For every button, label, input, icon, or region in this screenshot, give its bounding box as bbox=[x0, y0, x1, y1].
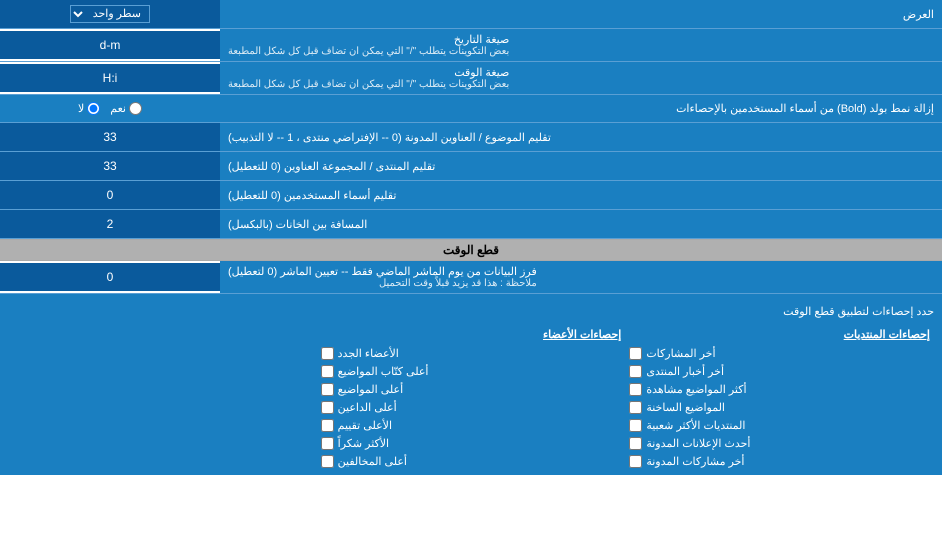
bold-yes-label[interactable]: نعم bbox=[110, 102, 142, 115]
list-item: أخر المشاركات bbox=[625, 346, 934, 361]
topic-order-label: تقليم الموضوع / العناوين المدونة (0 -- ا… bbox=[220, 123, 942, 151]
bold-yes-radio[interactable] bbox=[129, 102, 142, 115]
list-item: أعلى المواضيع bbox=[317, 382, 626, 397]
list-item: أعلى الداعين bbox=[317, 400, 626, 415]
topic-order-input[interactable] bbox=[6, 130, 214, 144]
stats-header: حدد إحصاءات لتطبيق قطع الوقت bbox=[8, 300, 934, 322]
col2-check-0[interactable] bbox=[321, 347, 334, 360]
username-trim-row: تقليم أسماء المستخدمين (0 للتعطيل) bbox=[0, 181, 942, 210]
date-format-input-box[interactable] bbox=[0, 31, 220, 59]
time-format-label: صيغة الوقت بعض التكوينات يتطلب "/" التي … bbox=[220, 62, 942, 94]
stats-apply-label: حدد إحصاءات لتطبيق قطع الوقت bbox=[8, 305, 934, 318]
forum-order-row: تقليم المنتدى / المجموعة العناوين (0 للت… bbox=[0, 152, 942, 181]
forum-order-input-box[interactable] bbox=[0, 152, 220, 180]
forum-order-label: تقليم المنتدى / المجموعة العناوين (0 للت… bbox=[220, 152, 942, 180]
forum-order-input[interactable] bbox=[6, 159, 214, 173]
col1-check-0[interactable] bbox=[629, 347, 642, 360]
list-item: المواضيع الساخنة bbox=[625, 400, 934, 415]
checkbox-columns: إحصاءات المنتديات أخر المشاركات أخر أخبا… bbox=[8, 326, 934, 469]
list-item: المنتديات الأكثر شعبية bbox=[625, 418, 934, 433]
date-format-row: صيغة التاريخ بعض التكوينات يتطلب "/" الت… bbox=[0, 29, 942, 62]
cutoff-row: فرز البيانات من يوم الماشر الماضي فقط --… bbox=[0, 261, 942, 294]
display-select-box[interactable]: سطر واحد سطران ثلاثة أسطر bbox=[0, 0, 220, 28]
col1-check-6[interactable] bbox=[629, 455, 642, 468]
col2-check-3[interactable] bbox=[321, 401, 334, 414]
col2-header: إحصاءات الأعضاء bbox=[317, 326, 626, 343]
username-trim-label: تقليم أسماء المستخدمين (0 للتعطيل) bbox=[220, 181, 942, 209]
col1: إحصاءات المنتديات أخر المشاركات أخر أخبا… bbox=[625, 326, 934, 469]
topic-order-input-box[interactable] bbox=[0, 123, 220, 151]
list-item: الأعضاء الجدد bbox=[317, 346, 626, 361]
date-format-label: صيغة التاريخ بعض التكوينات يتطلب "/" الت… bbox=[220, 29, 942, 61]
col2-check-5[interactable] bbox=[321, 437, 334, 450]
list-item: أعلى كتّاب المواضيع bbox=[317, 364, 626, 379]
bold-no-radio[interactable] bbox=[87, 102, 100, 115]
bold-row: إزالة نمط بولد (Bold) من أسماء المستخدمي… bbox=[0, 95, 942, 123]
spacing-input-box[interactable] bbox=[0, 210, 220, 238]
display-select[interactable]: سطر واحد سطران ثلاثة أسطر bbox=[70, 5, 150, 23]
col2: إحصاءات الأعضاء الأعضاء الجدد أعلى كتّاب… bbox=[317, 326, 626, 469]
col2-check-6[interactable] bbox=[321, 455, 334, 468]
cutoff-input-box[interactable] bbox=[0, 263, 220, 291]
spacing-input[interactable] bbox=[6, 217, 214, 231]
col3-spacer bbox=[8, 326, 317, 469]
date-format-input[interactable] bbox=[6, 38, 214, 52]
list-item: أخر مشاركات المدونة bbox=[625, 454, 934, 469]
col1-header: إحصاءات المنتديات bbox=[625, 326, 934, 343]
time-format-input-box[interactable] bbox=[0, 64, 220, 92]
col2-check-2[interactable] bbox=[321, 383, 334, 396]
col2-check-4[interactable] bbox=[321, 419, 334, 432]
topic-order-row: تقليم الموضوع / العناوين المدونة (0 -- ا… bbox=[0, 123, 942, 152]
page-title: العرض bbox=[220, 4, 942, 25]
top-row: العرض سطر واحد سطران ثلاثة أسطر bbox=[0, 0, 942, 29]
bold-no-label[interactable]: لا bbox=[78, 102, 100, 115]
cutoff-input[interactable] bbox=[6, 270, 214, 284]
username-trim-input[interactable] bbox=[6, 188, 214, 202]
time-format-input[interactable] bbox=[6, 71, 214, 85]
cutoff-label: فرز البيانات من يوم الماشر الماضي فقط --… bbox=[220, 261, 942, 293]
stats-section: حدد إحصاءات لتطبيق قطع الوقت إحصاءات الم… bbox=[0, 294, 942, 475]
bold-options: نعم لا bbox=[0, 100, 220, 117]
time-format-row: صيغة الوقت بعض التكوينات يتطلب "/" التي … bbox=[0, 62, 942, 95]
spacing-row: المسافة بين الخانات (بالبكسل) bbox=[0, 210, 942, 239]
col1-check-2[interactable] bbox=[629, 383, 642, 396]
username-trim-input-box[interactable] bbox=[0, 181, 220, 209]
bold-label: إزالة نمط بولد (Bold) من أسماء المستخدمي… bbox=[220, 98, 942, 119]
col1-check-5[interactable] bbox=[629, 437, 642, 450]
cutoff-header: قطع الوقت bbox=[0, 239, 942, 261]
list-item: أخر أخبار المنتدى bbox=[625, 364, 934, 379]
col1-check-4[interactable] bbox=[629, 419, 642, 432]
list-item: أعلى المخالفين bbox=[317, 454, 626, 469]
spacing-label: المسافة بين الخانات (بالبكسل) bbox=[220, 210, 942, 238]
col1-check-1[interactable] bbox=[629, 365, 642, 378]
col1-check-3[interactable] bbox=[629, 401, 642, 414]
list-item: أكثر المواضيع مشاهدة bbox=[625, 382, 934, 397]
col2-check-1[interactable] bbox=[321, 365, 334, 378]
list-item: أحدث الإعلانات المدونة bbox=[625, 436, 934, 451]
list-item: الأعلى تقييم bbox=[317, 418, 626, 433]
list-item: الأكثر شكراً bbox=[317, 436, 626, 451]
